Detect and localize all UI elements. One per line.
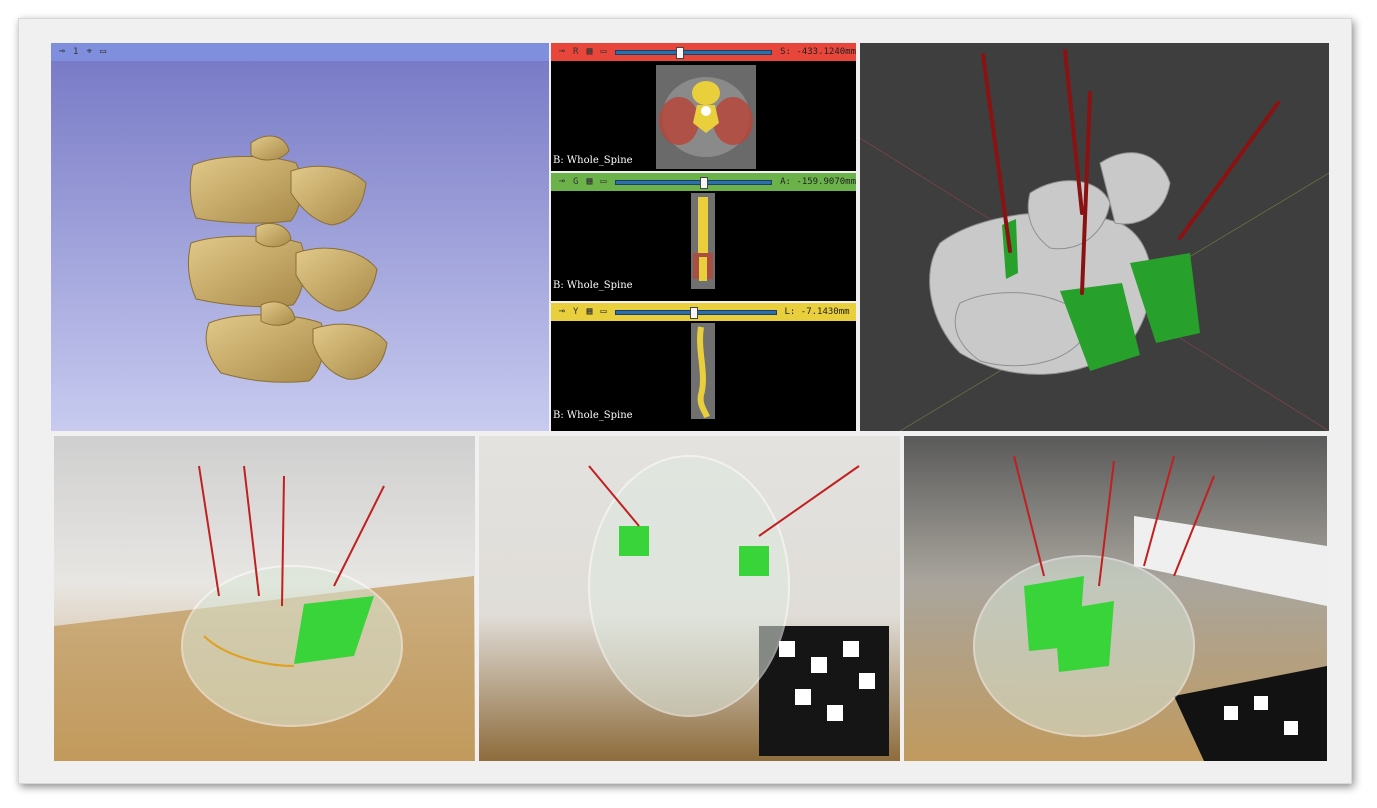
screw-planning-render bbox=[860, 43, 1329, 431]
slice-stack-icon[interactable]: ▦ bbox=[586, 307, 592, 317]
ar-overlay-photo-3 bbox=[904, 436, 1327, 761]
red-offset-value: S: -433.1240mm bbox=[780, 47, 856, 57]
slice-stack-icon[interactable]: ▦ bbox=[586, 47, 592, 57]
window-icon[interactable]: ▭ bbox=[600, 177, 606, 187]
red-slice-view[interactable]: ⊸ R ▦ ▭ S: -433.1240mm B: Whole_Spine bbox=[551, 43, 856, 171]
green-view-letter: G bbox=[573, 177, 579, 187]
window-icon[interactable]: ▭ bbox=[600, 307, 606, 317]
ar-overlay-photo-2 bbox=[479, 436, 900, 761]
pin-icon[interactable]: ⊸ bbox=[559, 307, 565, 317]
pin-icon[interactable]: ⊸ bbox=[559, 47, 565, 57]
green-offset-slider[interactable] bbox=[614, 176, 773, 189]
green-slice-view[interactable]: ⊸ G ▦ ▭ A: -159.9070mm B: Whole_Spine bbox=[551, 173, 856, 301]
yellow-slice-view[interactable]: ⊸ Y ▦ ▭ L: -7.1430mm B: Whole_Spine bbox=[551, 303, 856, 431]
yellow-view-label: B: Whole_Spine bbox=[553, 410, 633, 421]
green-slice-toolbar: ⊸ G ▦ ▭ A: -159.9070mm bbox=[551, 173, 856, 191]
yellow-slice-toolbar: ⊸ Y ▦ ▭ L: -7.1430mm bbox=[551, 303, 856, 321]
red-view-letter: R bbox=[573, 47, 579, 57]
vertebra-model bbox=[187, 135, 388, 383]
red-slice-toolbar: ⊸ R ▦ ▭ S: -433.1240mm bbox=[551, 43, 856, 61]
red-offset-slider[interactable] bbox=[614, 46, 773, 59]
3d-view-panel[interactable]: ⊸ 1 ⌖ ▭ bbox=[51, 43, 549, 431]
pin-icon[interactable]: ⊸ bbox=[559, 177, 565, 187]
yellow-offset-slider[interactable] bbox=[614, 306, 777, 319]
slice-stack-icon[interactable]: ▦ bbox=[586, 177, 592, 187]
yellow-offset-value: L: -7.1430mm bbox=[784, 307, 850, 317]
ar-overlay-photo-1 bbox=[54, 436, 475, 761]
window-icon[interactable]: ▭ bbox=[600, 47, 606, 57]
yellow-view-letter: Y bbox=[573, 307, 579, 317]
green-view-label: B: Whole_Spine bbox=[553, 280, 633, 291]
red-view-label: B: Whole_Spine bbox=[553, 155, 633, 166]
green-offset-value: A: -159.9070mm bbox=[780, 177, 856, 187]
